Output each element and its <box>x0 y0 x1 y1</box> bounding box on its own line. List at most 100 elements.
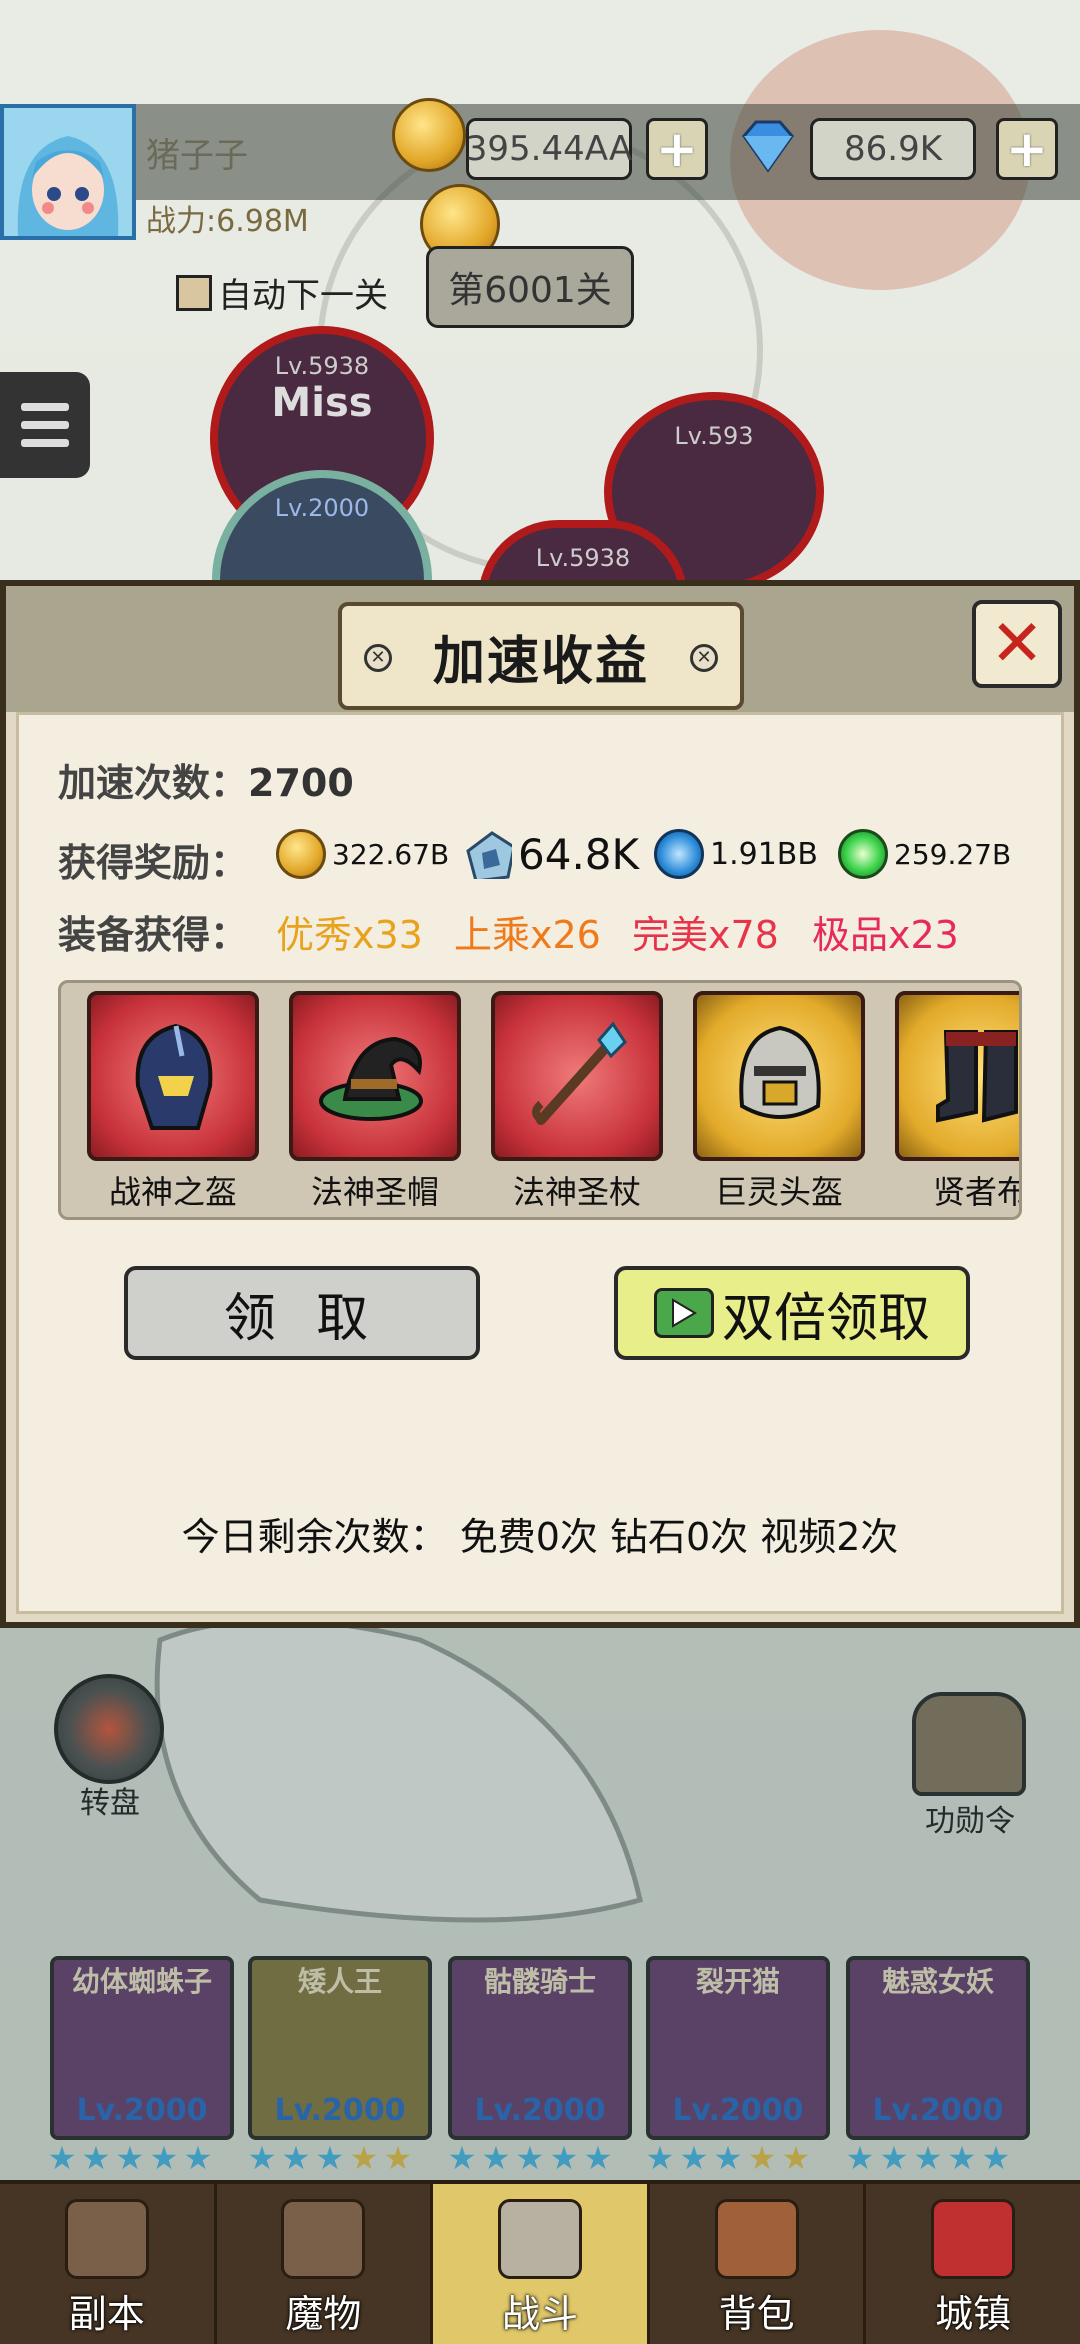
wheel-icon[interactable] <box>54 1674 164 1784</box>
enemy-level: Lv.5938 <box>274 352 370 380</box>
nav-label: 战斗 <box>501 2292 578 2336</box>
equipment-list[interactable]: 战神之盔 法神圣帽 法神圣杖 巨灵头盔 贤者布 <box>58 980 1022 1220</box>
enemy-level: Lv.593 <box>674 422 754 450</box>
bottom-navigation: 副本 魔物 战斗 背包 城镇 <box>0 2180 1080 2344</box>
monster-icon <box>281 2199 366 2279</box>
star-icon: ★ <box>115 2139 145 2177</box>
diamond-icon <box>736 118 800 174</box>
quality-supreme: 极品x23 <box>812 913 959 957</box>
star-icon: ★ <box>845 2139 875 2177</box>
equipment-item[interactable]: 战神之盔 <box>87 991 259 1213</box>
knight-helmet-icon <box>739 1025 821 1119</box>
add-diamond-button[interactable]: + <box>996 118 1058 180</box>
star-icon: ★ <box>383 2139 413 2177</box>
screw-icon: ✕ <box>364 644 392 672</box>
item-name: 巨灵头盔 <box>714 1173 843 1211</box>
diamond-amount: 86.9K <box>810 118 976 180</box>
reward-gold-value: 322.67B <box>332 837 450 871</box>
remaining-attempts: 今日剩余次数： 免费0次 钻石0次 视频2次 <box>181 1515 899 1559</box>
player-name: 猪子子 <box>146 136 248 176</box>
star-icon: ★ <box>645 2139 675 2177</box>
nav-label: 副本 <box>68 2292 145 2336</box>
nav-dungeon[interactable]: 副本 <box>0 2184 217 2344</box>
quality-perfect: 完美x78 <box>632 913 779 957</box>
equipment-item[interactable]: 法神圣杖 <box>491 991 663 1213</box>
hero-level: Lv.2000 <box>76 2093 208 2128</box>
star-icon: ★ <box>149 2139 179 2177</box>
hero-stars: ★ ★ ★ ★ ★ <box>246 2142 414 2176</box>
hero-card[interactable]: 裂开猫 Lv.2000 <box>646 1956 830 2140</box>
stage-indicator[interactable]: 第6001关 <box>426 246 634 328</box>
star-icon: ★ <box>515 2139 545 2177</box>
nav-backpack[interactable]: 背包 <box>650 2184 867 2344</box>
auto-next-checkbox[interactable] <box>176 274 212 311</box>
miss-indicator: Miss <box>271 380 373 426</box>
hero-level: Lv.2000 <box>672 2093 804 2128</box>
quality-excellent: 优秀x33 <box>276 913 423 957</box>
map-scroll-icon <box>64 2199 149 2279</box>
hero-level: Lv.2000 <box>872 2093 1004 2128</box>
hero-card[interactable]: 骷髅骑士 Lv.2000 <box>448 1956 632 2140</box>
gold-coin-icon <box>392 98 466 172</box>
close-button[interactable]: ✕ <box>972 600 1062 688</box>
dialog-title: 加速收益 <box>432 631 649 692</box>
reward-blue-orb: 1.91BB <box>654 826 818 882</box>
star-icon: ★ <box>583 2139 613 2177</box>
hero-level: Lv.2000 <box>274 2093 406 2128</box>
star-icon: ★ <box>549 2139 579 2177</box>
star-icon: ★ <box>315 2139 345 2177</box>
speedup-count-value: 2700 <box>248 761 354 805</box>
star-icon: ★ <box>781 2139 811 2177</box>
blue-crystal-icon <box>466 831 512 879</box>
avatar-portrait-icon <box>4 108 132 236</box>
hero-level: Lv.2000 <box>474 2093 606 2128</box>
reward-green-orb-value: 259.27B <box>894 837 1012 871</box>
add-gold-button[interactable]: + <box>646 118 708 180</box>
equipment-item[interactable]: 法神圣帽 <box>289 991 461 1213</box>
star-icon: ★ <box>183 2139 213 2177</box>
hero-name: 裂开猫 <box>695 1965 780 1998</box>
hero-stars: ★ ★ ★ ★ ★ <box>644 2142 812 2176</box>
reward-blue-orb-value: 1.91BB <box>710 836 818 872</box>
star-icon: ★ <box>879 2139 909 2177</box>
equipment-item[interactable]: 巨灵头盔 <box>693 991 865 1213</box>
nav-monsters[interactable]: 魔物 <box>217 2184 434 2344</box>
blue-orb-icon <box>654 829 704 879</box>
item-name: 战神之盔 <box>108 1173 237 1211</box>
equipment-label: 装备获得： <box>58 913 249 957</box>
claim-button[interactable]: 领 取 <box>124 1266 480 1360</box>
gold-coin-icon <box>276 829 326 879</box>
reward-gold: 322.67B <box>276 826 449 882</box>
hero-name: 幼体蜘蛛子 <box>71 1965 212 1998</box>
nav-battle[interactable]: 战斗 <box>433 2184 650 2344</box>
item-name: 法神圣杖 <box>512 1173 641 1211</box>
reward-green-orb: 259.27B <box>838 826 1011 882</box>
hero-card[interactable]: 矮人王 Lv.2000 <box>248 1956 432 2140</box>
star-icon: ★ <box>713 2139 743 2177</box>
dialog-title-plate: ✕ 加速收益 ✕ <box>338 602 744 710</box>
enemy-level: Lv.2000 <box>274 494 370 522</box>
nav-town[interactable]: 城镇 <box>866 2184 1080 2344</box>
star-icon: ★ <box>947 2139 977 2177</box>
merit-order-icon[interactable] <box>912 1692 1026 1796</box>
double-claim-button[interactable]: 双倍领取 <box>614 1266 970 1360</box>
auto-next-stage-toggle[interactable]: 自动下一关 <box>176 268 388 317</box>
star-icon: ★ <box>481 2139 511 2177</box>
menu-button[interactable] <box>0 372 90 478</box>
hero-card[interactable]: 魅惑女妖 Lv.2000 <box>846 1956 1030 2140</box>
boots-icon <box>936 1030 1018 1123</box>
backpack-icon <box>714 2199 799 2279</box>
reward-crystal: 64.8K <box>462 826 639 882</box>
enemy-level: Lv.5938 <box>535 544 631 572</box>
town-shop-icon <box>931 2199 1016 2279</box>
staff-icon <box>532 1021 627 1125</box>
star-icon: ★ <box>913 2139 943 2177</box>
close-icon: ✕ <box>990 607 1044 681</box>
crossed-swords-icon <box>497 2199 582 2279</box>
merit-order-label: 功勋令 <box>925 1804 1015 1839</box>
player-avatar[interactable] <box>0 104 136 240</box>
hero-name: 矮人王 <box>297 1965 382 1998</box>
star-icon: ★ <box>247 2139 277 2177</box>
equipment-item[interactable]: 贤者布 <box>895 991 1019 1213</box>
hero-card[interactable]: 幼体蜘蛛子 Lv.2000 <box>50 1956 234 2140</box>
